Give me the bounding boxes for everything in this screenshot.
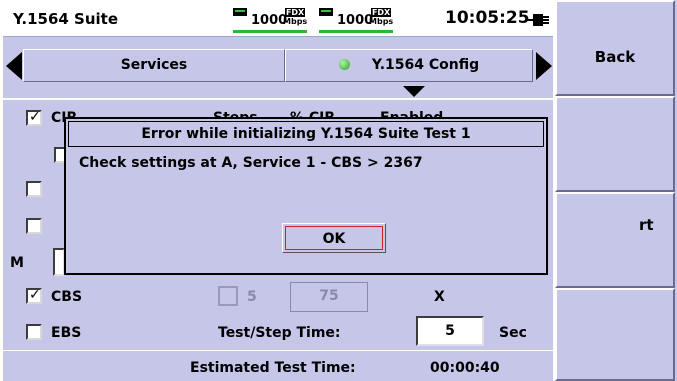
row-checkbox-3[interactable]: [26, 181, 42, 197]
caret-down-icon: [403, 86, 425, 97]
step-time-label: Test/Step Time:: [218, 325, 341, 341]
row-checkbox-4[interactable]: [26, 218, 42, 234]
cbs-step-checkbox[interactable]: [218, 286, 238, 306]
link-led-icon: [319, 8, 333, 16]
cbs-checkbox[interactable]: [26, 287, 42, 304]
plug-icon: [525, 14, 549, 26]
ok-button[interactable]: OK: [282, 223, 386, 253]
tab-right-arrow-icon[interactable]: [536, 52, 552, 80]
tab-y1564-config[interactable]: Y.1564 Config: [285, 49, 533, 82]
ebs-label: EBS: [51, 325, 82, 341]
link-b-bar: [319, 30, 393, 33]
start-button-label: rt: [639, 216, 654, 234]
m-label: M: [10, 255, 24, 271]
ok-button-label: OK: [285, 226, 383, 250]
back-button-label: Back: [594, 48, 636, 66]
cbs-x: X: [434, 289, 445, 305]
tab-left-arrow-icon[interactable]: [6, 52, 22, 80]
link-b-unit: FDX Mbps: [369, 8, 394, 26]
cbs-value-field[interactable]: 75: [290, 282, 368, 312]
link-b-speed: 1000: [337, 13, 374, 28]
back-button[interactable]: Back: [555, 0, 675, 96]
tab-services[interactable]: Services: [23, 49, 285, 82]
dialog-message: Check settings at A, Service 1 - CBS > 2…: [79, 155, 423, 171]
step-time-unit: Sec: [499, 325, 527, 341]
start-button[interactable]: rt: [555, 192, 675, 288]
tab-services-label: Services: [120, 57, 188, 73]
app-title: Y.1564 Suite: [13, 10, 119, 28]
estimated-time-label: Estimated Test Time:: [190, 360, 356, 376]
link-a-bar: [233, 30, 307, 33]
side-panel: Back rt: [555, 0, 677, 381]
link-led-icon: [233, 8, 247, 16]
side-button-2[interactable]: [555, 96, 675, 192]
step-time-input[interactable]: 5: [416, 316, 484, 346]
link-a-indicator: 1000 FDX Mbps: [233, 6, 309, 33]
tab-bar: Services Y.1564 Config: [3, 49, 553, 85]
status-dot-icon: [338, 59, 350, 70]
side-button-4[interactable]: [555, 288, 675, 381]
estimated-time-value: 00:00:40: [430, 360, 500, 376]
cbs-label: CBS: [51, 289, 83, 305]
tab-config-label: Y.1564 Config: [371, 57, 480, 73]
clock: 10:05:25: [445, 8, 530, 28]
link-b-indicator: 1000 FDX Mbps: [319, 6, 395, 33]
app-frame: Y.1564 Suite 1000 FDX Mbps 1000 FDX Mbps 1…: [0, 0, 677, 381]
error-dialog: Error while initializing Y.1564 Suite Te…: [64, 117, 548, 275]
link-a-unit: FDX Mbps: [283, 8, 308, 26]
cbs-step-value: 5: [247, 289, 257, 305]
dialog-title: Error while initializing Y.1564 Suite Te…: [68, 121, 544, 147]
status-bar: Y.1564 Suite 1000 FDX Mbps 1000 FDX Mbps 1…: [3, 2, 553, 37]
ebs-checkbox[interactable]: [26, 324, 42, 340]
link-a-speed: 1000: [251, 13, 288, 28]
cir-checkbox[interactable]: [26, 109, 42, 126]
divider: [3, 350, 553, 351]
